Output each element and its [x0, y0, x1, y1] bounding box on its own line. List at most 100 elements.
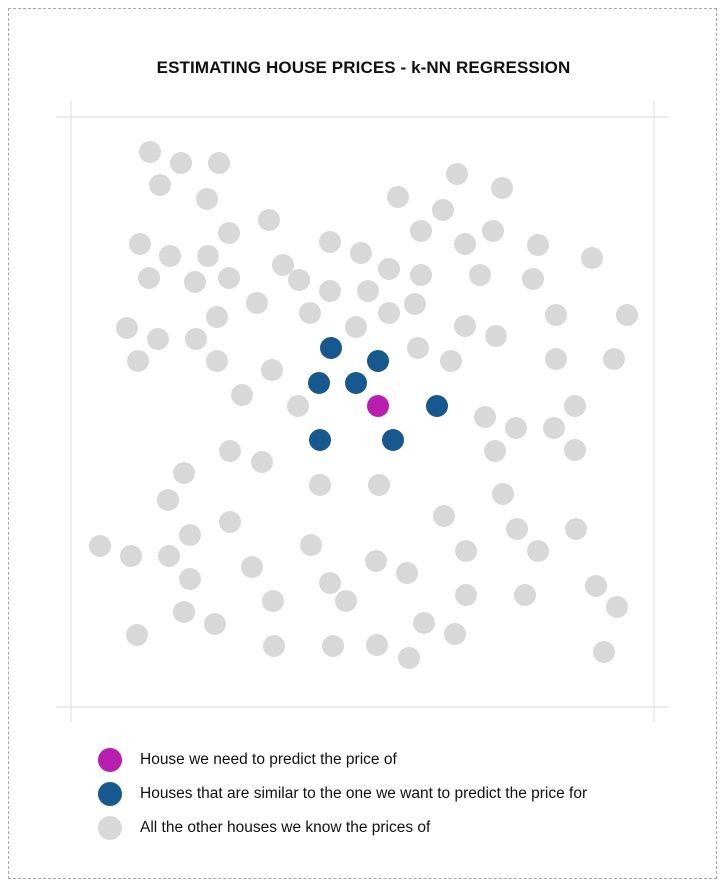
similar-house-point	[308, 372, 330, 394]
other-house-point	[251, 451, 273, 473]
other-house-point	[89, 535, 111, 557]
other-house-point	[138, 267, 160, 289]
other-house-point	[246, 292, 268, 314]
other-house-point	[197, 245, 219, 267]
other-house-point	[433, 505, 455, 527]
similar-house-point	[367, 350, 389, 372]
other-house-point	[179, 568, 201, 590]
other-house-point	[482, 220, 504, 242]
legend-swatch-target	[98, 748, 122, 772]
legend-swatch-other	[98, 816, 122, 840]
other-house-point	[432, 199, 454, 221]
other-house-point	[288, 269, 310, 291]
other-house-point	[440, 350, 462, 372]
legend: House we need to predict the price of Ho…	[98, 743, 587, 845]
other-house-point	[469, 264, 491, 286]
legend-label-other: All the other houses we know the prices …	[140, 819, 431, 836]
other-house-point	[396, 562, 418, 584]
similar-house-point	[345, 372, 367, 394]
other-house-point	[127, 350, 149, 372]
other-house-point	[378, 302, 400, 324]
other-house-point	[527, 234, 549, 256]
other-house-point	[398, 647, 420, 669]
legend-label-similar: Houses that are similar to the one we wa…	[140, 785, 588, 802]
similar-house-point	[382, 429, 404, 451]
legend-item-other: All the other houses we know the prices …	[98, 811, 587, 845]
other-house-point	[413, 612, 435, 634]
other-house-point	[219, 440, 241, 462]
other-house-point	[129, 233, 151, 255]
other-house-point	[185, 328, 207, 350]
other-house-point	[241, 556, 263, 578]
other-house-point	[139, 141, 161, 163]
other-house-point	[319, 280, 341, 302]
legend-item-target: House we need to predict the price of	[98, 743, 587, 777]
other-house-point	[170, 152, 192, 174]
other-house-point	[444, 623, 466, 645]
other-house-point	[505, 417, 527, 439]
other-house-point	[206, 306, 228, 328]
target-house-group	[367, 395, 389, 417]
other-house-point	[272, 254, 294, 276]
other-house-point	[196, 188, 218, 210]
other-house-point	[545, 304, 567, 326]
other-house-point	[319, 572, 341, 594]
other-house-point	[454, 315, 476, 337]
other-house-point	[157, 489, 179, 511]
other-house-point	[606, 596, 628, 618]
other-house-point	[446, 163, 468, 185]
other-house-point	[366, 634, 388, 656]
other-house-point	[261, 359, 283, 381]
other-house-point	[603, 348, 625, 370]
other-house-point	[410, 220, 432, 242]
other-house-point	[455, 584, 477, 606]
other-house-point	[564, 395, 586, 417]
other-house-point	[158, 545, 180, 567]
other-house-point	[258, 209, 280, 231]
other-house-point	[219, 511, 241, 533]
other-house-point	[454, 233, 476, 255]
other-house-point	[231, 384, 253, 406]
other-house-point	[492, 483, 514, 505]
other-house-point	[593, 641, 615, 663]
other-house-point	[159, 245, 181, 267]
similar-house-point	[309, 429, 331, 451]
other-house-point	[263, 635, 285, 657]
legend-swatch-similar	[98, 782, 122, 806]
other-houses-group	[89, 141, 638, 669]
other-house-point	[543, 417, 565, 439]
other-house-point	[564, 439, 586, 461]
other-house-point	[173, 462, 195, 484]
other-house-point	[173, 601, 195, 623]
other-house-point	[455, 540, 477, 562]
other-house-point	[545, 348, 567, 370]
other-house-point	[514, 584, 536, 606]
other-house-point	[410, 264, 432, 286]
other-house-point	[345, 316, 367, 338]
other-house-point	[565, 518, 587, 540]
similar-house-point	[320, 337, 342, 359]
other-house-point	[491, 177, 513, 199]
other-house-point	[206, 350, 228, 372]
other-house-point	[522, 268, 544, 290]
similar-house-point	[426, 395, 448, 417]
other-house-point	[287, 395, 309, 417]
other-house-point	[527, 540, 549, 562]
other-house-point	[120, 545, 142, 567]
other-house-point	[116, 317, 138, 339]
other-house-point	[485, 325, 507, 347]
other-house-point	[322, 635, 344, 657]
other-house-point	[484, 440, 506, 462]
other-house-point	[357, 280, 379, 302]
other-house-point	[179, 524, 201, 546]
target-house-point	[367, 395, 389, 417]
other-house-point	[299, 302, 321, 324]
other-house-point	[474, 406, 496, 428]
other-house-point	[218, 267, 240, 289]
other-house-point	[208, 152, 230, 174]
other-house-point	[387, 186, 409, 208]
other-house-point	[262, 590, 284, 612]
other-house-point	[506, 518, 528, 540]
other-house-point	[149, 174, 171, 196]
other-house-point	[407, 337, 429, 359]
